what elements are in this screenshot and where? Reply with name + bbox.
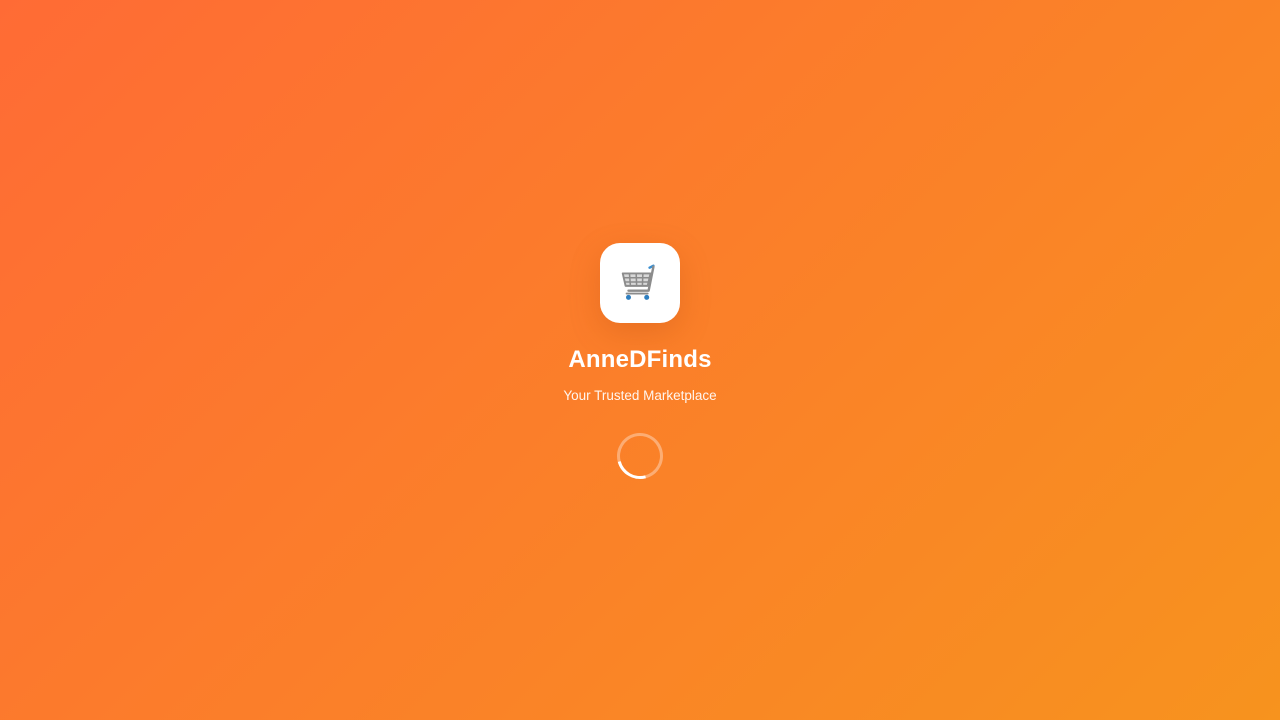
- app-logo: [600, 243, 680, 323]
- shopping-cart-icon: [621, 264, 655, 300]
- app-tagline: Your Trusted Marketplace: [563, 388, 717, 403]
- app-name: AnneDFinds: [568, 346, 712, 373]
- spinner-icon: [608, 424, 672, 488]
- splash-screen: AnneDFinds Your Trusted Marketplace: [0, 0, 1280, 720]
